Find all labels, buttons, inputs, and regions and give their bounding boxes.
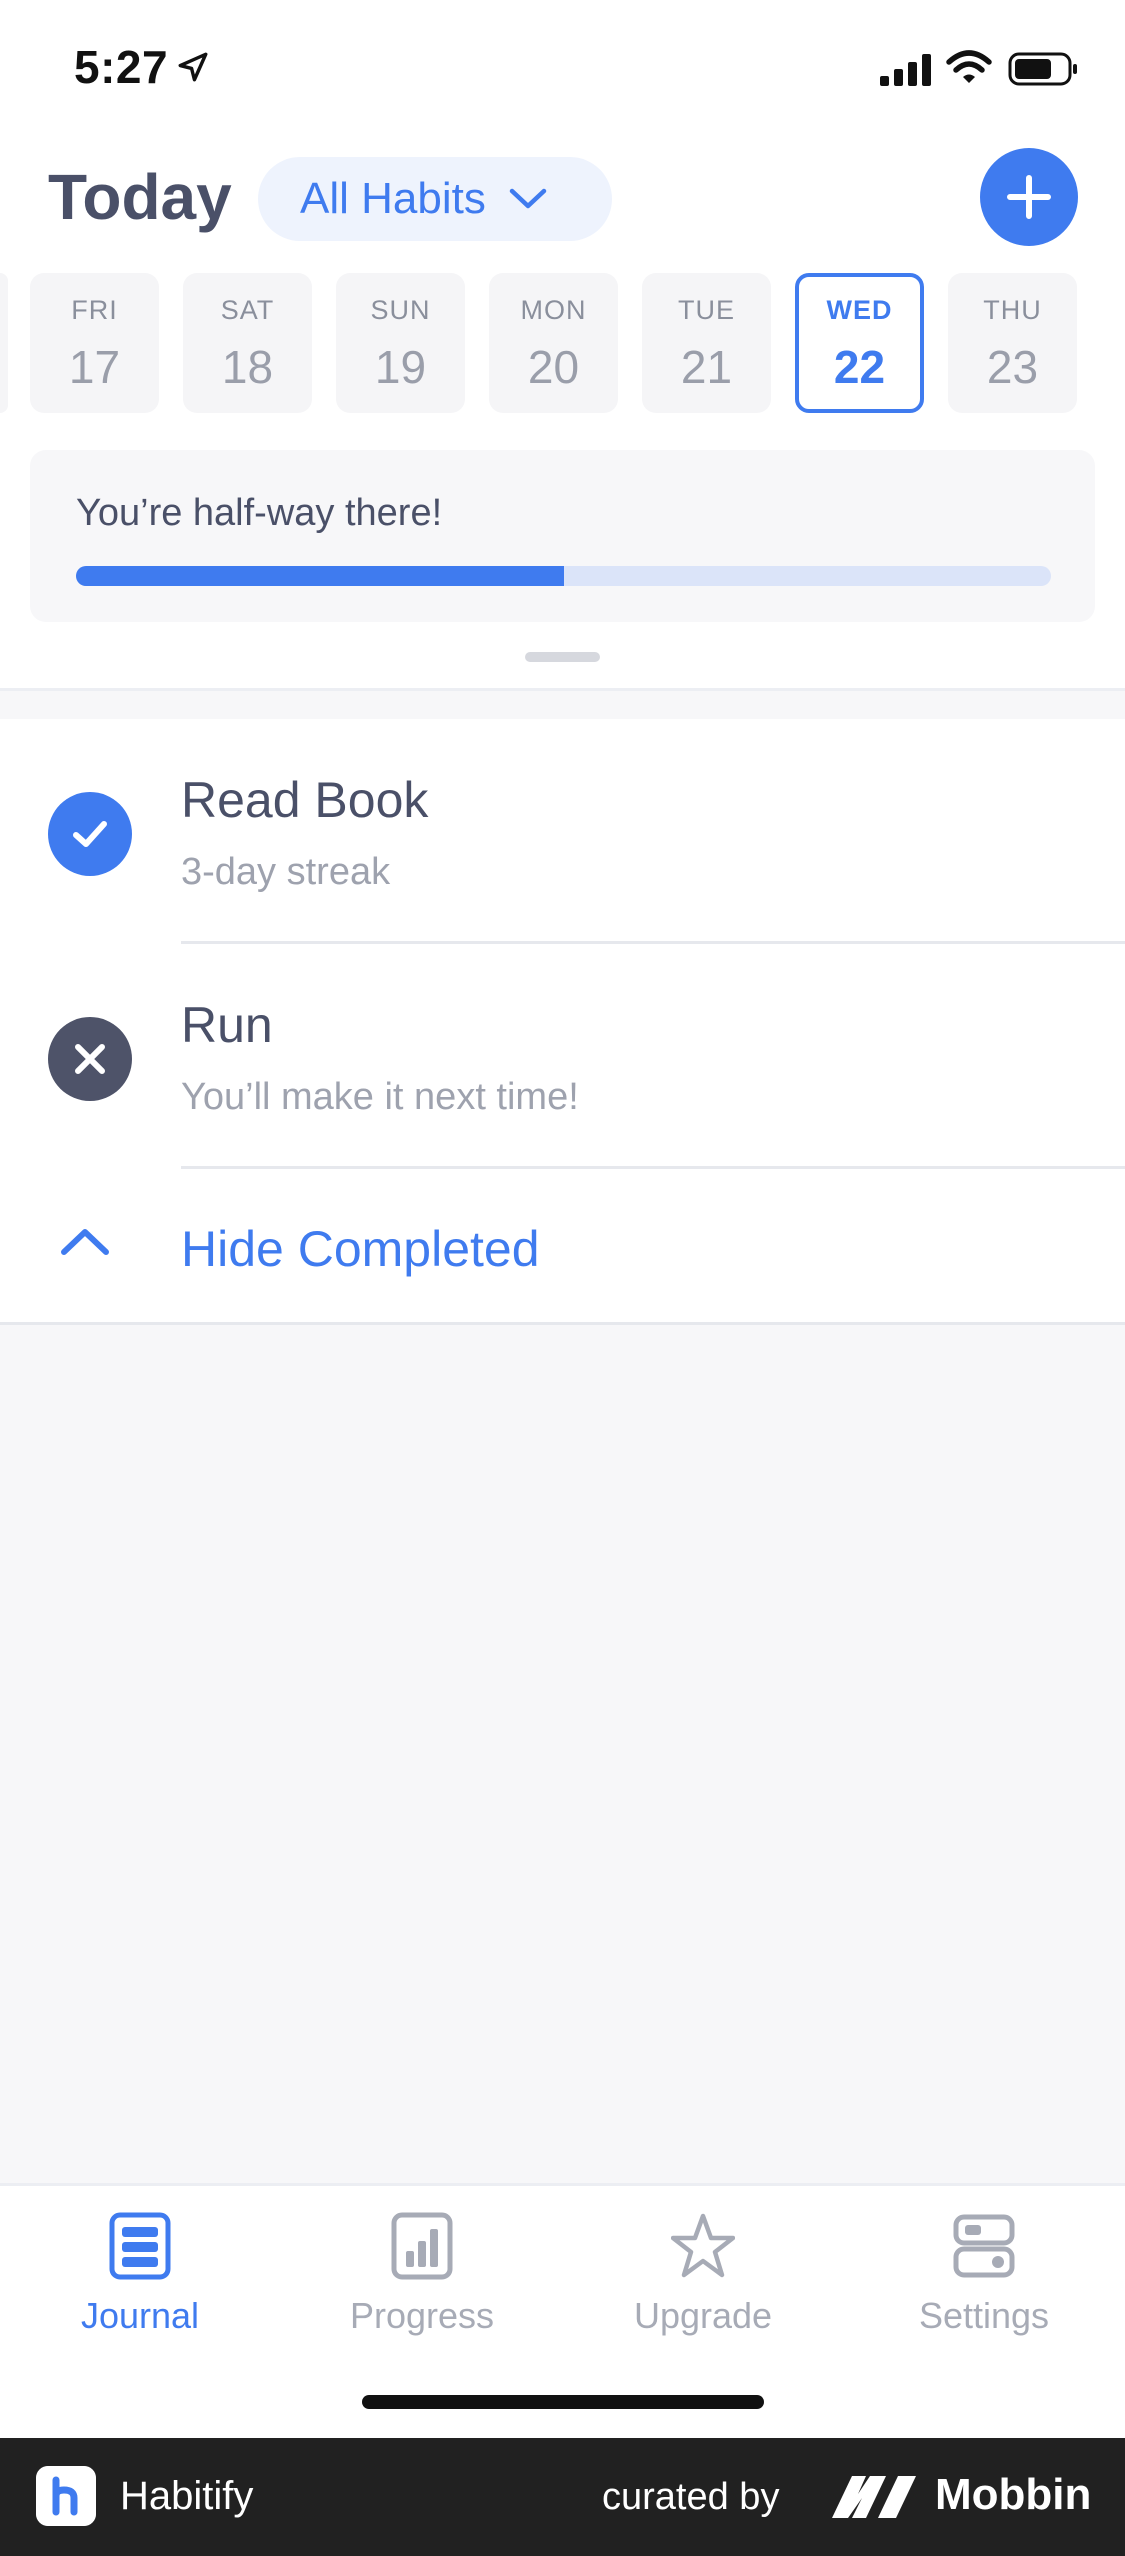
habit-filter-dropdown[interactable]: All Habits: [258, 157, 612, 241]
habit-row-run[interactable]: Run You’ll make it next time!: [0, 944, 1125, 1169]
plus-icon: [1007, 175, 1051, 219]
progress-bar: [76, 566, 1051, 586]
day-of-week: SAT: [220, 295, 275, 325]
empty-list-area: [0, 1325, 1125, 2183]
mobbin-logo-icon: [832, 2476, 916, 2518]
habit-status-completed[interactable]: [48, 792, 132, 876]
tab-label: Journal: [80, 2295, 200, 2336]
day-of-week: MON: [520, 295, 587, 325]
day-tile-partial[interactable]: [0, 273, 8, 413]
day-of-week: TUE: [678, 295, 735, 325]
day-of-month: 18: [221, 341, 274, 393]
habit-name: Run: [181, 997, 273, 1053]
habit-name: Read Book: [181, 772, 429, 828]
tab-settings[interactable]: Settings: [874, 2211, 1094, 2337]
chevron-down-icon: [509, 188, 547, 209]
habit-row-read-book[interactable]: Read Book 3-day streak: [0, 719, 1125, 944]
drag-handle[interactable]: [525, 652, 600, 662]
tab-upgrade[interactable]: Upgrade: [593, 2211, 813, 2337]
day-of-month: 17: [68, 341, 121, 393]
day-tile-wed[interactable]: WED 22: [795, 273, 924, 413]
progress-icon: [391, 2212, 453, 2280]
day-of-week: SUN: [370, 295, 431, 325]
day-tile-sun[interactable]: SUN 19: [336, 273, 465, 413]
day-tile-mon[interactable]: MON 20: [489, 273, 618, 413]
close-icon: [75, 1044, 105, 1074]
day-tile-tue[interactable]: TUE 21: [642, 273, 771, 413]
banner-brand: Mobbin: [935, 2470, 1092, 2519]
day-of-month: 22: [833, 341, 886, 393]
chevron-up-icon: [61, 1229, 109, 1255]
add-habit-button[interactable]: [980, 148, 1078, 246]
star-icon: [671, 2213, 735, 2278]
battery-icon: [1008, 52, 1077, 86]
day-of-month: 20: [527, 341, 580, 393]
habit-filter-label: All Habits: [300, 174, 486, 223]
day-of-week: THU: [983, 295, 1042, 325]
day-tile-sat[interactable]: SAT 18: [183, 273, 312, 413]
day-of-month: 19: [374, 341, 427, 393]
day-of-week: WED: [826, 295, 893, 325]
habit-status-failed[interactable]: [48, 1017, 132, 1101]
bottom-banner: Habitify curated by Mobbin: [0, 2438, 1125, 2556]
day-of-week: FRI: [71, 295, 118, 325]
home-indicator: [362, 2395, 764, 2409]
banner-curated-text: curated by: [602, 2476, 780, 2518]
day-of-month: 23: [986, 341, 1039, 393]
section-gap: [0, 691, 1125, 719]
journal-icon: [109, 2212, 171, 2280]
settings-icon: [953, 2214, 1015, 2278]
progress-message: You’re half-way there!: [76, 492, 443, 534]
day-tile-fri[interactable]: FRI 17: [30, 273, 159, 413]
daily-progress-card: You’re half-way there!: [30, 450, 1095, 622]
habit-subtitle: 3-day streak: [181, 851, 391, 893]
wifi-icon: [946, 50, 992, 83]
hide-completed-button[interactable]: Hide Completed: [0, 1170, 1125, 1325]
day-tile-thu[interactable]: THU 23: [948, 273, 1077, 413]
cellular-signal-icon: [880, 54, 931, 86]
banner-app-name: Habitify: [120, 2474, 254, 2518]
hide-completed-label: Hide Completed: [181, 1221, 540, 1277]
tab-label: Settings: [918, 2295, 1050, 2336]
tab-progress[interactable]: Progress: [312, 2211, 532, 2337]
row-separator: [181, 1166, 1125, 1169]
tab-label: Progress: [349, 2295, 495, 2336]
status-time: 5:27: [74, 41, 169, 93]
day-of-month: 21: [680, 341, 733, 393]
location-arrow-icon: [178, 52, 208, 82]
check-icon: [73, 821, 107, 847]
habit-subtitle: You’ll make it next time!: [181, 1076, 579, 1118]
progress-bar-fill: [76, 566, 564, 586]
tab-label: Upgrade: [633, 2295, 773, 2336]
status-bar: 5:27: [0, 0, 1125, 135]
tab-journal[interactable]: Journal: [30, 2211, 250, 2337]
page-title: Today: [48, 161, 232, 233]
habitify-logo-icon: [36, 2466, 96, 2526]
